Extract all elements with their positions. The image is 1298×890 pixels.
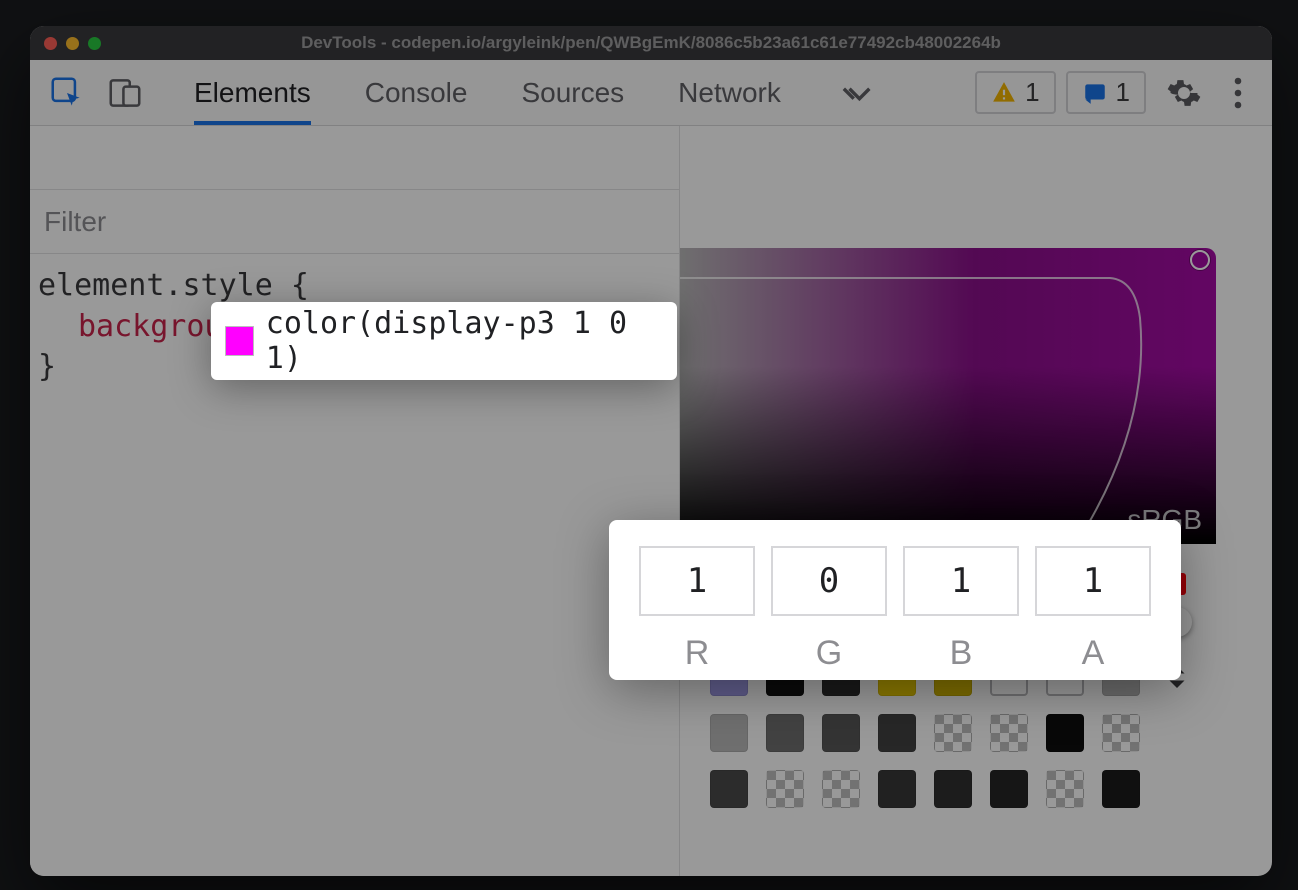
channel-a-input[interactable]: 1 (1035, 546, 1151, 616)
tab-network[interactable]: Network (678, 60, 781, 125)
palette-swatch[interactable] (990, 714, 1028, 752)
palette-swatch[interactable] (710, 770, 748, 808)
channel-g-label: G (816, 634, 842, 673)
more-menu-icon[interactable] (1222, 75, 1254, 111)
css-selector[interactable]: element.style (38, 268, 273, 303)
warnings-badge[interactable]: 1 (975, 71, 1055, 114)
panel-tabs: Elements Console Sources Network (194, 60, 781, 125)
warnings-count: 1 (1025, 77, 1039, 108)
palette-swatch[interactable] (766, 770, 804, 808)
channel-r-input[interactable]: 1 (639, 546, 755, 616)
palette-swatch[interactable] (1102, 714, 1140, 752)
tab-console[interactable]: Console (365, 60, 468, 125)
palette-swatch[interactable] (878, 770, 916, 808)
open-brace: { (291, 268, 309, 303)
palette-swatch[interactable] (878, 714, 916, 752)
titlebar: DevTools - codepen.io/argyleink/pen/QWBg… (30, 26, 1272, 60)
close-window-button[interactable] (44, 37, 57, 50)
tab-elements[interactable]: Elements (194, 60, 311, 125)
palette-swatch[interactable] (1046, 770, 1084, 808)
more-tabs-icon[interactable] (841, 76, 875, 110)
palette-swatch[interactable] (1102, 770, 1140, 808)
styles-tabbar (30, 126, 679, 190)
devtools-window: DevTools - codepen.io/argyleink/pen/QWBg… (30, 26, 1272, 876)
issues-badge[interactable]: 1 (1066, 71, 1146, 114)
channel-r-label: R (685, 634, 710, 673)
filter-row (30, 190, 679, 254)
rgba-inputs-popup: 1 R 0 G 1 B 1 A (609, 520, 1181, 680)
palette-swatch[interactable] (934, 770, 972, 808)
channel-a-label: A (1082, 634, 1105, 673)
devtools-toolbar: Elements Console Sources Network 1 1 (30, 60, 1272, 126)
palette-swatch[interactable] (766, 714, 804, 752)
palette-swatch[interactable] (990, 770, 1028, 808)
close-brace: } (38, 349, 56, 384)
styles-pane: element.style { background } (30, 126, 680, 876)
palette-swatch[interactable] (710, 714, 748, 752)
css-value-popup: color(display-p3 1 0 1) (211, 302, 677, 380)
styles-filter-input[interactable] (44, 206, 665, 238)
minimize-window-button[interactable] (66, 37, 79, 50)
tab-sources[interactable]: Sources (521, 60, 624, 125)
window-controls (44, 37, 101, 50)
palette-swatch[interactable] (822, 770, 860, 808)
palette-swatch[interactable] (934, 714, 972, 752)
palette-swatch[interactable] (822, 714, 860, 752)
channel-b-input[interactable]: 1 (903, 546, 1019, 616)
issues-count: 1 (1116, 77, 1130, 108)
palette-swatch[interactable] (1046, 714, 1084, 752)
channel-b-label: B (950, 634, 973, 673)
device-toolbar-icon[interactable] (106, 74, 144, 112)
channel-g-input[interactable]: 0 (771, 546, 887, 616)
css-value-text[interactable]: color(display-p3 1 0 1) (266, 306, 663, 376)
settings-icon[interactable] (1156, 75, 1212, 111)
gamut-handle[interactable] (1190, 250, 1210, 270)
panel-body: element.style { background } sRGB (30, 126, 1272, 876)
inspect-element-icon[interactable] (48, 74, 86, 112)
window-title: DevTools - codepen.io/argyleink/pen/QWBg… (30, 33, 1272, 53)
color-swatch-icon[interactable] (225, 326, 254, 356)
zoom-window-button[interactable] (88, 37, 101, 50)
gamut-canvas[interactable]: sRGB (680, 248, 1216, 544)
